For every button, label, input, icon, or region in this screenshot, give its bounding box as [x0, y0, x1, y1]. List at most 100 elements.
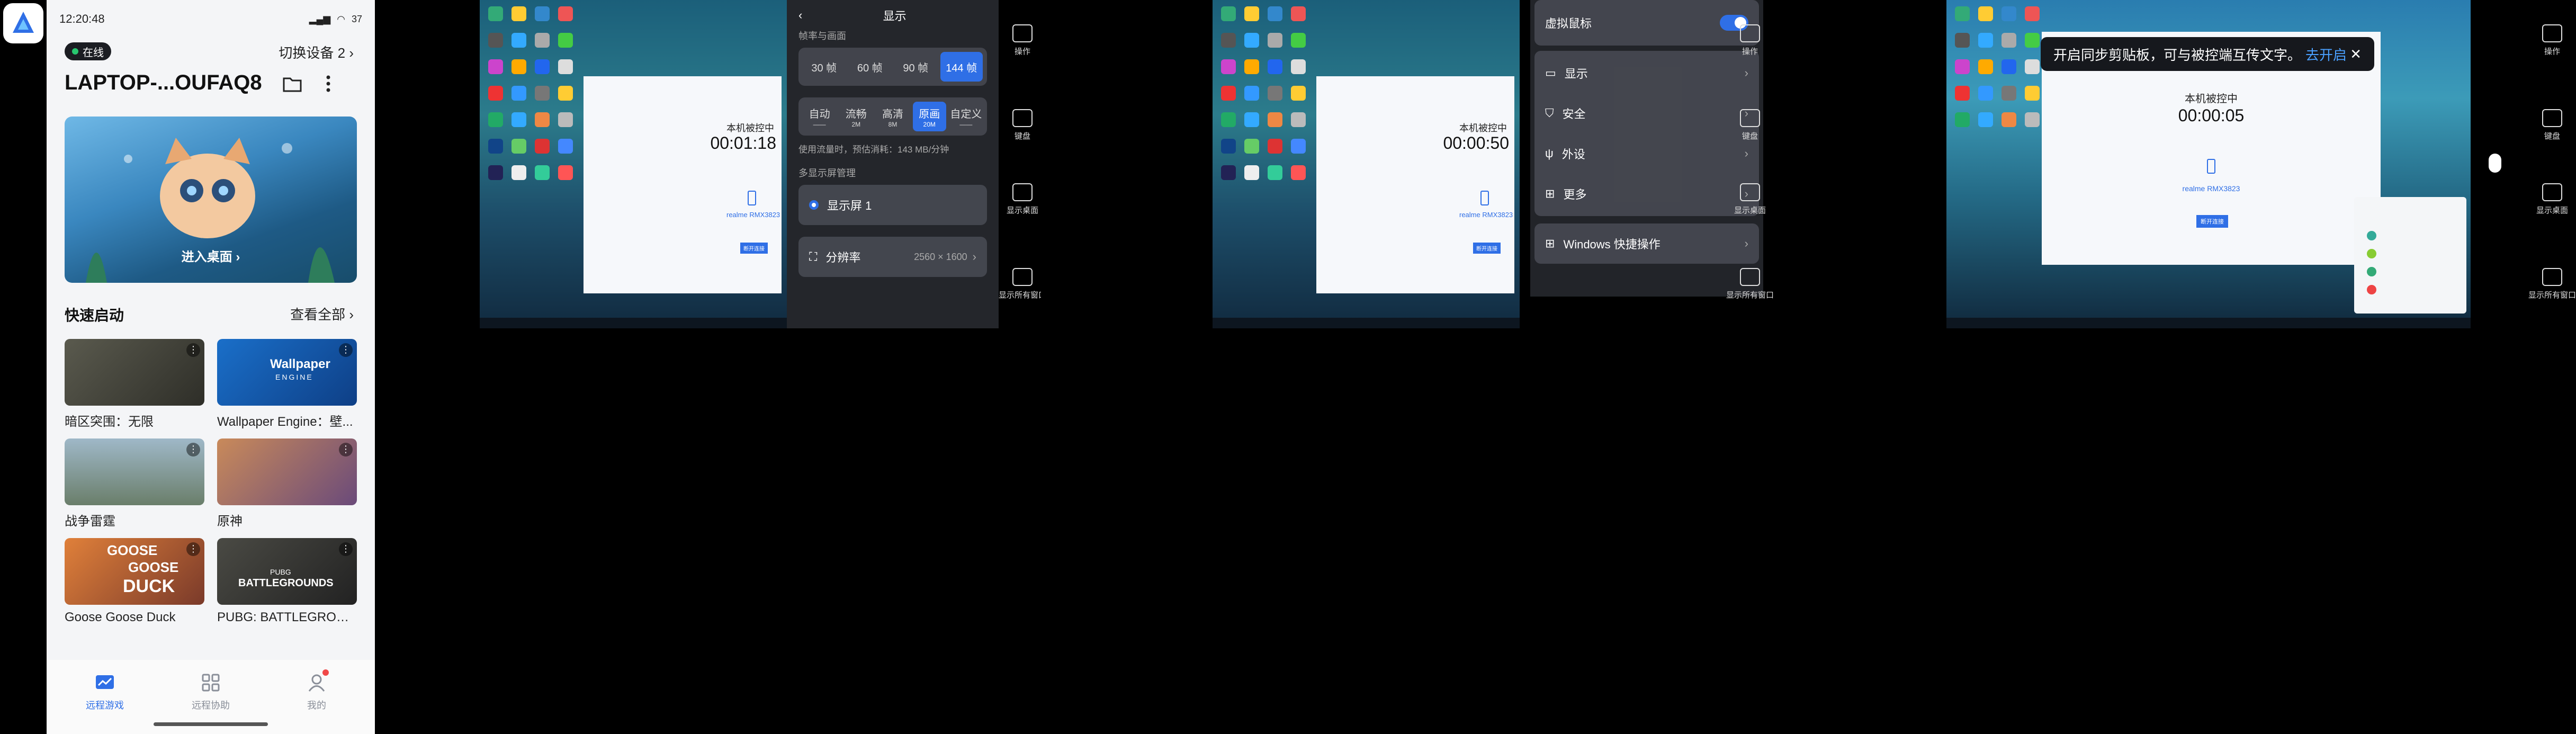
side-action-keyboard[interactable]: 键盘: [999, 109, 1041, 141]
disconnect-button[interactable]: 断开连接: [740, 243, 768, 254]
thumb-text-duck: DUCK: [123, 576, 175, 596]
game-card[interactable]: Wallpaper ENGINE ⋮ Wallpaper Engine：壁...: [217, 339, 357, 429]
device-name: realme RMX3823: [2182, 184, 2240, 193]
quality-option[interactable]: 高清 8M: [876, 102, 909, 131]
quality-option[interactable]: 自定义 ——: [949, 102, 983, 131]
app-logo-icon: [13, 12, 34, 33]
battery-level: 37: [351, 13, 362, 24]
taskbar: [1946, 318, 2471, 328]
more-vertical-icon[interactable]: [316, 71, 341, 96]
resolution-row[interactable]: ⛶ 分辨率 2560 × 1600 ›: [798, 237, 987, 277]
side-action-operate[interactable]: 操作: [2528, 24, 2576, 57]
side-action-keyboard[interactable]: 键盘: [1726, 109, 1774, 141]
operate-icon: [2542, 24, 2562, 42]
quality-option[interactable]: 自动 ——: [803, 102, 836, 131]
windows-quick-ops-row[interactable]: ⊞ Windows 快捷操作 ›: [1534, 223, 1759, 264]
quick-start-title: 快速启动: [65, 307, 124, 324]
tab-mine[interactable]: 我的: [274, 669, 359, 712]
windows-icon: [2542, 268, 2562, 286]
side-label: 显示所有窗口: [2528, 291, 2576, 300]
tab-remote-gaming[interactable]: 远程游戏: [62, 672, 147, 712]
desktop-icon: [1012, 183, 1033, 201]
fps-option[interactable]: 30 帧: [803, 52, 846, 82]
windows-icon: [1740, 268, 1760, 286]
quality-option-selected[interactable]: 原画 20M: [912, 102, 946, 131]
side-action-operate[interactable]: 操作: [999, 24, 1041, 57]
fps-option-selected[interactable]: 144 帧: [940, 52, 983, 82]
clipboard-toast: 开启同步剪贴板，可与被控端互传文字。 去开启 ✕: [2041, 37, 2374, 71]
menu-item-security[interactable]: ⛉ 安全 ›: [1534, 93, 1759, 133]
desktop-icon: [1740, 183, 1760, 201]
side-action-operate[interactable]: 操作: [1726, 24, 1774, 57]
signal-icon: ▂▄▆: [309, 13, 331, 24]
disconnect-button[interactable]: 断开连接: [1473, 243, 1501, 254]
side-label: 键盘: [2544, 132, 2560, 141]
back-icon[interactable]: ‹: [798, 8, 802, 22]
game-card[interactable]: PUBG BATTLEGROUNDS ⋮ PUBG: BATTLEGROUN..…: [217, 538, 357, 625]
menu-list: ▭ 显示 › ⛉ 安全 › ψ 外设 › ⊞ 更多 ›: [1534, 51, 1759, 216]
fps-option[interactable]: 90 帧: [894, 52, 937, 82]
side-action-all-windows[interactable]: 显示所有窗口: [1726, 268, 1774, 300]
display-1-option[interactable]: 显示屏 1: [798, 185, 987, 225]
file-transfer-icon[interactable]: [280, 71, 305, 96]
keyboard-icon: [1740, 109, 1760, 127]
quality-sub: ——: [959, 120, 973, 128]
desktop-icons: [1217, 4, 1310, 190]
side-action-show-desktop[interactable]: 显示桌面: [2528, 183, 2576, 216]
game-thumbnail: ⋮: [65, 339, 204, 406]
disconnect-button[interactable]: 断开连接: [2196, 215, 2228, 228]
tab-remote-assist[interactable]: 远程协助: [168, 672, 253, 712]
monitor-icon: ▭: [1545, 66, 1556, 79]
side-action-all-windows[interactable]: 显示所有窗口: [999, 268, 1041, 300]
thumb-text-battlegrounds: BATTLEGROUNDS: [238, 577, 334, 589]
game-card[interactable]: ⋮ 战争雷霆: [65, 438, 204, 529]
tab-label: 我的: [307, 700, 326, 711]
menu-item-more[interactable]: ⊞ 更多 ›: [1534, 174, 1759, 214]
side-action-all-windows[interactable]: 显示所有窗口: [2528, 268, 2576, 300]
switch-device-button[interactable]: 切换设备 2 ›: [279, 42, 354, 62]
desktop-icon: [2542, 183, 2562, 201]
menu-item-peripherals[interactable]: ψ 外设 ›: [1534, 133, 1759, 174]
more-icon[interactable]: ⋮: [339, 443, 353, 456]
side-label: 显示所有窗口: [1726, 291, 1774, 300]
game-card[interactable]: ⋮ 暗区突围：无限: [65, 339, 204, 429]
desktop-banner[interactable]: 进入桌面 ›: [65, 117, 357, 283]
display-name: 显示屏 1: [827, 199, 872, 212]
quality-option[interactable]: 流畅 2M: [839, 102, 873, 131]
close-icon[interactable]: ✕: [2350, 46, 2362, 62]
switch-device-label: 切换设备 2: [279, 45, 346, 61]
menu-label: 安全: [1562, 108, 1586, 121]
side-action-show-desktop[interactable]: 显示桌面: [999, 183, 1041, 216]
side-label: 操作: [1014, 47, 1030, 56]
phone-icon: [2207, 159, 2215, 174]
enter-desktop-button[interactable]: 进入桌面 ›: [65, 246, 357, 265]
enter-desktop-label: 进入桌面: [181, 250, 232, 264]
more-icon[interactable]: ⋮: [339, 343, 353, 357]
view-all-button[interactable]: 查看全部 ›: [290, 304, 354, 324]
game-card[interactable]: ⋮ 原神: [217, 438, 357, 529]
app-icon[interactable]: [3, 3, 43, 43]
game-card[interactable]: GOOSE GOOSE DUCK ⋮ Goose Goose Duck: [65, 538, 204, 625]
desktop-icons: [484, 4, 577, 190]
session-timer: 00:00:05: [2178, 106, 2245, 125]
chevron-right-icon: ›: [1744, 147, 1748, 160]
enable-clipboard-link[interactable]: 去开启: [2305, 44, 2347, 64]
more-icon[interactable]: ⋮: [339, 542, 353, 556]
fps-option[interactable]: 60 帧: [849, 52, 892, 82]
side-action-show-desktop[interactable]: 显示桌面: [1726, 183, 1774, 216]
mouse-icon[interactable]: [2489, 154, 2501, 173]
menu-item-display[interactable]: ▭ 显示 ›: [1534, 53, 1759, 93]
quality-name: 流畅: [845, 108, 867, 120]
side-action-keyboard[interactable]: 键盘: [2528, 109, 2576, 141]
more-icon[interactable]: ⋮: [186, 343, 200, 357]
more-icon[interactable]: ⋮: [186, 542, 200, 556]
game-thumbnail: PUBG BATTLEGROUNDS ⋮: [217, 538, 357, 605]
virtual-mouse-row: 虚拟鼠标: [1534, 0, 1759, 46]
session-timer: 00:01:18: [710, 133, 776, 153]
remote-screen-1: 本机被控中 00:01:18 realme RMX3823 断开连接 ‹ 显示 帧…: [480, 0, 1041, 328]
side-label: 显示所有窗口: [999, 291, 1041, 300]
more-icon[interactable]: ⋮: [186, 443, 200, 456]
virtual-mouse-label: 虚拟鼠标: [1545, 17, 1592, 30]
tab-label: 远程协助: [192, 700, 230, 711]
thumb-text-wallpaper: Wallpaper: [270, 357, 330, 371]
